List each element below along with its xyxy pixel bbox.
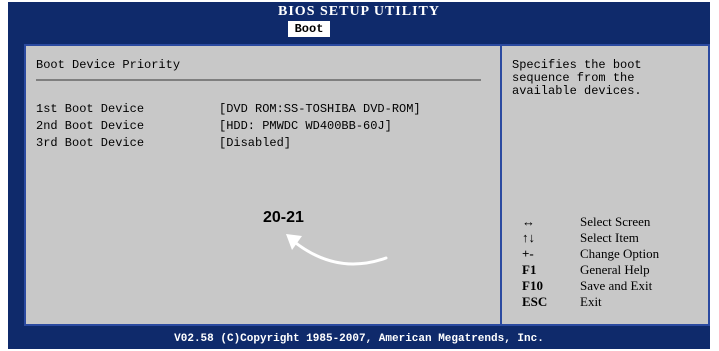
legend-item: ↑↓ Select Item [522,230,702,246]
legend-item: F10 Save and Exit [522,278,702,294]
key-f10: F10 [522,278,543,293]
boot-device-label: 1st Boot Device [36,102,145,116]
legend-desc: Save and Exit [580,278,653,293]
key-legend: ↔ Select Screen ↑↓ Select Item +- Change… [522,214,702,310]
legend-desc: Select Screen [580,214,651,229]
legend-item: ↔ Select Screen [522,214,702,230]
bios-title: BIOS SETUP UTILITY [278,4,440,19]
key-left-right-icon: ↔ [522,214,535,229]
legend-desc: Exit [580,294,602,309]
boot-device-value[interactable]: [Disabled] [219,136,291,150]
help-panel: Specifies the boot sequence from the ava… [502,46,710,324]
annotation-arrow-icon [286,234,388,266]
legend-desc: General Help [580,262,650,277]
boot-device-value[interactable]: [DVD ROM:SS-TOSHIBA DVD-ROM] [219,102,421,116]
boot-device-value[interactable]: [HDD: PMWDC WD400BB-60J] [219,119,392,133]
legend-desc: Select Item [580,230,639,245]
key-up-down-icon: ↑↓ [522,230,535,245]
legend-item: F1 General Help [522,262,702,278]
bios-content: Boot Device Priority 1st Boot Device [DV… [24,44,710,326]
help-text: Specifies the boot sequence from the ava… [512,58,642,98]
boot-device-row-2[interactable]: 2nd Boot Device [HDD: PMWDC WD400BB-60J] [36,119,392,135]
boot-device-label: 2nd Boot Device [36,119,145,133]
key-f1: F1 [522,262,537,277]
section-divider [36,79,481,81]
footer-copyright: V02.58 (C)Copyright 1985-2007, American … [174,333,544,345]
key-esc: ESC [522,294,548,309]
boot-device-row-3[interactable]: 3rd Boot Device [Disabled] [36,136,291,152]
tab-boot[interactable]: Boot [288,21,330,37]
main-panel: Boot Device Priority 1st Boot Device [DV… [26,46,502,324]
boot-device-row-1[interactable]: 1st Boot Device [DVD ROM:SS-TOSHIBA DVD-… [36,102,421,118]
legend-item: ESC Exit [522,294,702,310]
bios-frame: BIOS SETUP UTILITY Boot Boot Device Prio… [8,2,710,349]
section-title: Boot Device Priority [36,58,181,72]
boot-device-label: 3rd Boot Device [36,136,145,150]
legend-item: +- Change Option [522,246,702,262]
legend-desc: Change Option [580,246,660,261]
key-plus-minus-icon: +- [522,246,534,261]
